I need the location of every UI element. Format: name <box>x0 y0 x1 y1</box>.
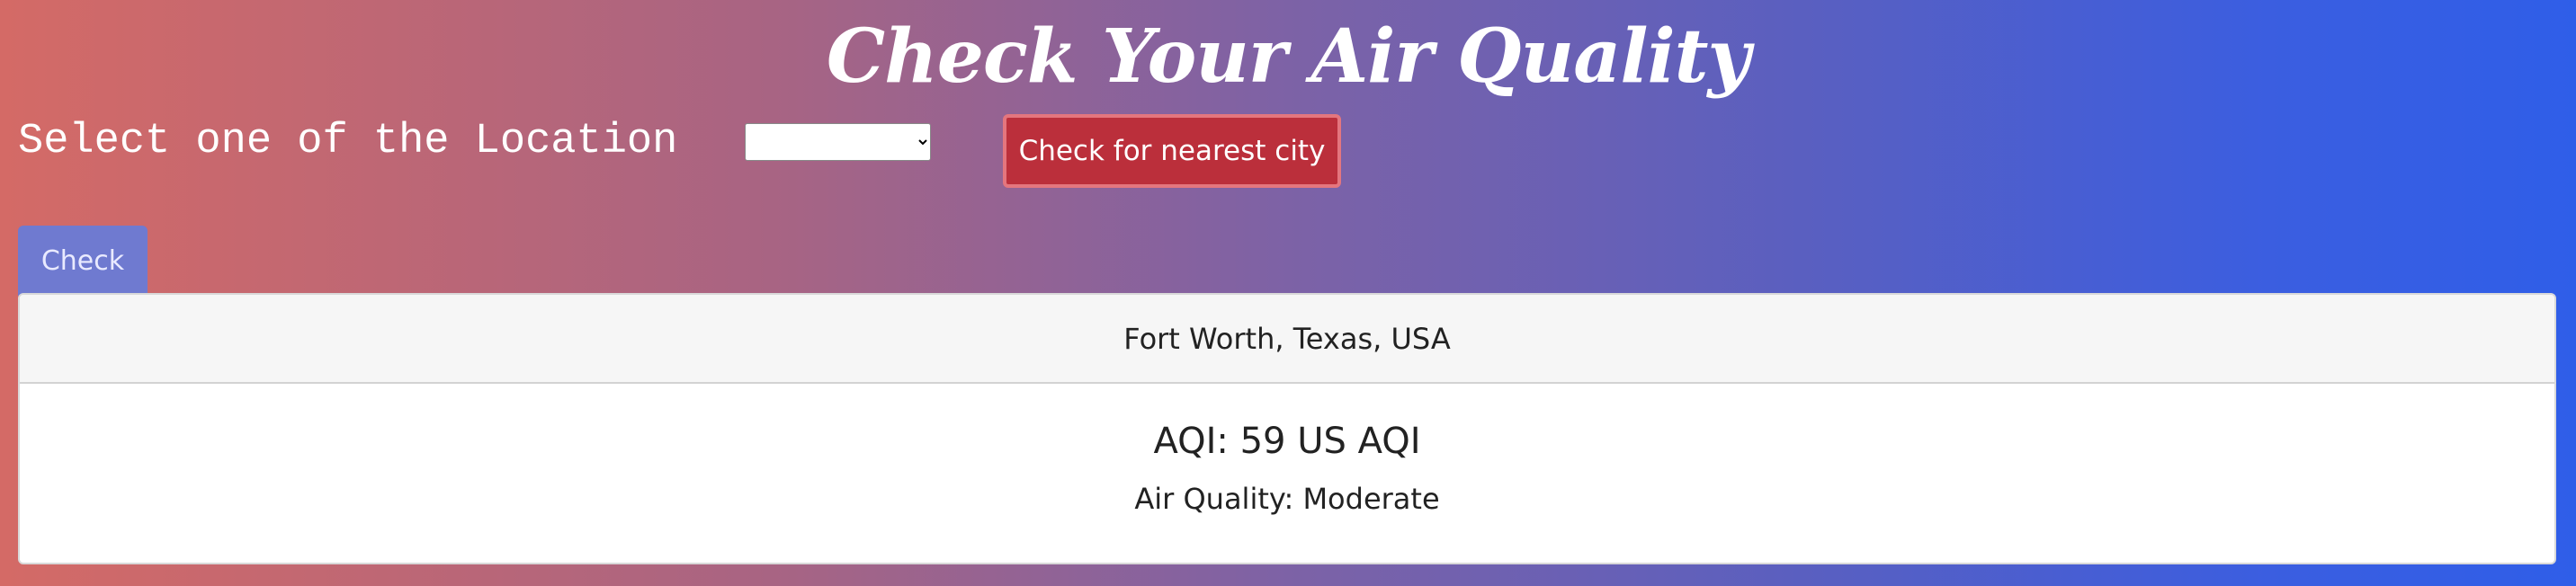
location-select[interactable] <box>745 123 931 161</box>
air-quality-status: Air Quality: Moderate <box>1134 482 1440 516</box>
location-controls: Select one of the Location Check for nea… <box>18 114 1341 188</box>
page-title: Check Your Air Quality <box>826 13 1750 100</box>
check-button[interactable]: Check <box>18 226 148 296</box>
air-quality-result-card: Fort Worth, Texas, USA AQI: 59 US AQI Ai… <box>18 293 2556 564</box>
result-location: Fort Worth, Texas, USA <box>20 295 2554 384</box>
check-nearest-city-button[interactable]: Check for nearest city <box>1003 114 1341 188</box>
result-body: AQI: 59 US AQI Air Quality: Moderate <box>20 384 2554 517</box>
location-select-label: Select one of the Location <box>18 118 678 165</box>
aqi-value: AQI: 59 US AQI <box>1153 421 1421 462</box>
